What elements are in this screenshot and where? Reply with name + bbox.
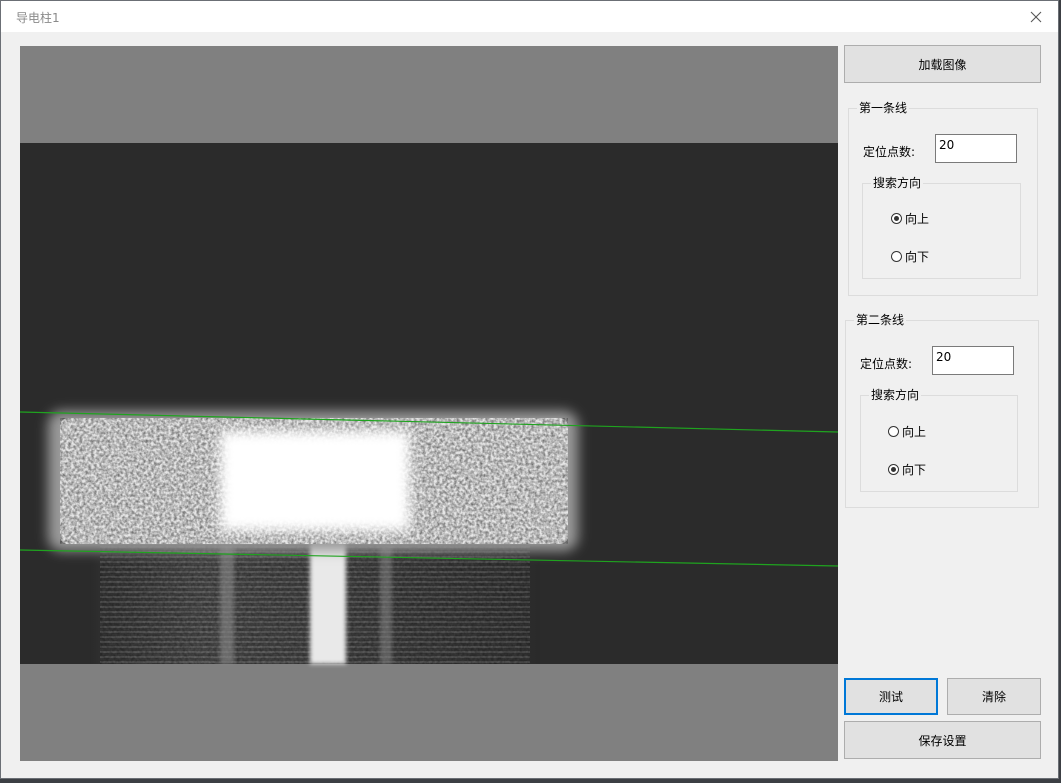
- line1-radio-up-label: 向上: [905, 212, 930, 226]
- close-button[interactable]: [1014, 1, 1058, 32]
- close-icon: [1030, 11, 1042, 22]
- line1-group-title: 第一条线: [857, 101, 910, 115]
- load-image-label: 加载图像: [918, 57, 967, 72]
- camera-image: [20, 46, 838, 761]
- line2-radio-down-label: 向下: [902, 463, 927, 477]
- title-bar: 导电柱1: [1, 1, 1058, 32]
- line1-radio-down[interactable]: 向下: [891, 248, 929, 265]
- load-image-button[interactable]: 加载图像: [844, 45, 1041, 83]
- clear-button[interactable]: 清除: [947, 678, 1041, 715]
- dialog-window: 导电柱1 加载图像 第一条线 定位点数: 20 搜索方向 向上 向下 第二条线 …: [0, 0, 1059, 779]
- line1-points-input[interactable]: 20: [935, 134, 1017, 163]
- line2-radio-down[interactable]: 向下: [888, 461, 926, 478]
- save-settings-button[interactable]: 保存设置: [844, 721, 1041, 759]
- radio-unchecked-icon: [891, 251, 902, 262]
- line2-direction-group: 搜索方向 向上 向下: [860, 388, 1018, 492]
- clear-label: 清除: [981, 690, 1006, 704]
- line1-points-label: 定位点数:: [863, 145, 916, 159]
- line2-group: 第二条线 定位点数: 20 搜索方向 向上 向下: [845, 313, 1039, 508]
- test-label: 测试: [878, 690, 903, 704]
- save-settings-label: 保存设置: [918, 733, 967, 748]
- test-button[interactable]: 测试: [844, 678, 938, 715]
- line2-radio-up[interactable]: 向上: [888, 423, 926, 440]
- line2-group-title: 第二条线: [854, 313, 907, 327]
- line1-direction-group: 搜索方向 向上 向下: [862, 176, 1021, 279]
- radio-checked-icon: [888, 464, 899, 475]
- line1-radio-up[interactable]: 向上: [891, 210, 929, 227]
- radio-unchecked-icon: [888, 426, 899, 437]
- line1-direction-title: 搜索方向: [871, 176, 924, 190]
- window-title: 导电柱1: [16, 11, 60, 25]
- line1-group: 第一条线 定位点数: 20 搜索方向 向上 向下: [848, 101, 1038, 296]
- line2-points-input[interactable]: 20: [932, 346, 1014, 375]
- line2-direction-title: 搜索方向: [869, 388, 922, 402]
- line2-points-label: 定位点数:: [860, 357, 913, 371]
- image-viewer[interactable]: [20, 46, 838, 761]
- line2-radio-up-label: 向上: [902, 425, 927, 439]
- radio-checked-icon: [891, 213, 902, 224]
- line1-radio-down-label: 向下: [905, 250, 930, 264]
